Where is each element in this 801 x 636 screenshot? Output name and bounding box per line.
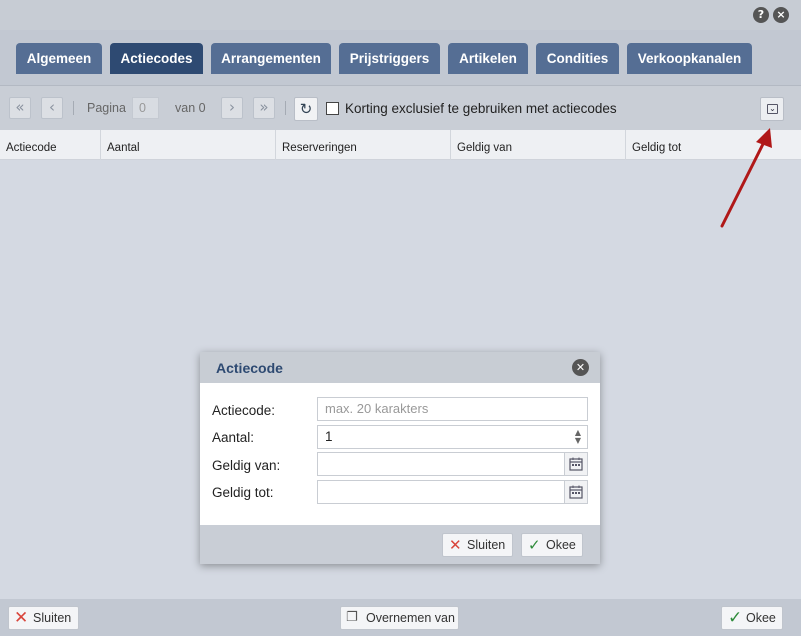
tab-prijstriggers[interactable]: Prijstriggers <box>339 43 440 74</box>
copy-from-label: Overnemen van <box>366 611 455 625</box>
toolbar-separator <box>285 101 286 115</box>
count-label: Aantal: <box>212 430 255 445</box>
page-label: Pagina <box>87 101 126 115</box>
exclusive-checkbox[interactable] <box>326 102 339 115</box>
calendar-icon[interactable] <box>564 480 588 504</box>
ok-button[interactable]: ✓ Okee <box>721 606 783 630</box>
refresh-icon[interactable]: ↻ <box>294 97 318 121</box>
page-of-label: van 0 <box>175 101 206 115</box>
check-icon: ✓ <box>728 608 743 628</box>
calendar-icon[interactable] <box>564 452 588 476</box>
close-icon: ✕ <box>14 608 29 628</box>
exclusive-checkbox-label: Korting exclusief te gebruiken met actie… <box>345 101 617 116</box>
grid-header: Actiecode Aantal Reserveringen Geldig va… <box>0 130 801 160</box>
copy-icon: ❐ <box>346 610 358 625</box>
valid-from-label: Geldig van: <box>212 458 281 473</box>
copy-from-button[interactable]: ❐ Overnemen van <box>340 606 459 630</box>
code-input[interactable]: max. 20 karakters <box>317 397 588 421</box>
valid-from-input[interactable] <box>317 452 565 476</box>
tab-arrangementen[interactable]: Arrangementen <box>211 43 331 74</box>
tab-actiecodes[interactable]: Actiecodes <box>110 43 203 74</box>
tab-artikelen[interactable]: Artikelen <box>448 43 528 74</box>
chevron-down-icon: ⌄ <box>767 104 778 114</box>
dialog-close-label: Sluiten <box>467 538 506 552</box>
column-actiecode[interactable]: Actiecode <box>0 130 100 160</box>
ok-button-label: Okee <box>746 611 776 625</box>
window-titlebar: ? × <box>0 0 801 30</box>
count-stepper[interactable]: 1 ▲ ▼ <box>317 425 588 449</box>
code-label: Actiecode: <box>212 403 276 418</box>
toolbar-separator <box>73 101 74 115</box>
annotation-arrow <box>720 128 772 228</box>
tab-algemeen[interactable]: Algemeen <box>16 43 102 74</box>
footer-bar: ✕ Sluiten ❐ Overnemen van ✓ Okee <box>0 599 801 636</box>
valid-to-input[interactable] <box>317 480 565 504</box>
column-reserveringen[interactable]: Reserveringen <box>275 130 450 160</box>
dialog-close-button[interactable]: ✕ Sluiten <box>442 533 513 557</box>
tab-condities[interactable]: Condities <box>536 43 619 74</box>
window-close-icon[interactable]: × <box>773 7 789 23</box>
column-geldig-van[interactable]: Geldig van <box>450 130 625 160</box>
dialog-ok-label: Okee <box>546 538 576 552</box>
close-icon: ✕ <box>449 536 462 554</box>
last-page-icon[interactable]: » <box>253 97 275 119</box>
dialog-title: Actiecode <box>216 360 283 376</box>
actiecode-dialog: Actiecode ✕ Actiecode: max. 20 karakters… <box>200 352 600 564</box>
first-page-icon[interactable]: « <box>9 97 31 119</box>
help-icon[interactable]: ? <box>753 7 769 23</box>
dialog-close-icon[interactable]: ✕ <box>572 359 589 376</box>
column-aantal[interactable]: Aantal <box>100 130 275 160</box>
close-button-label: Sluiten <box>33 611 72 625</box>
valid-to-label: Geldig tot: <box>212 485 274 500</box>
page-number-input[interactable]: 0 <box>132 97 159 119</box>
prev-page-icon[interactable]: ‹ <box>41 97 63 119</box>
tab-verkoopkanalen[interactable]: Verkoopkanalen <box>627 43 752 74</box>
close-button[interactable]: ✕ Sluiten <box>8 606 79 630</box>
check-icon: ✓ <box>528 536 541 554</box>
dialog-header: Actiecode ✕ <box>200 352 600 383</box>
column-menu-button[interactable]: ⌄ <box>760 97 784 121</box>
dialog-footer: ✕ Sluiten ✓ Okee <box>200 525 600 564</box>
spinner-icon[interactable]: ▲ ▼ <box>575 429 581 445</box>
count-value: 1 <box>325 429 333 444</box>
next-page-icon[interactable]: › <box>221 97 243 119</box>
tab-bar: Algemeen Actiecodes Arrangementen Prijst… <box>0 30 801 86</box>
dialog-ok-button[interactable]: ✓ Okee <box>521 533 583 557</box>
